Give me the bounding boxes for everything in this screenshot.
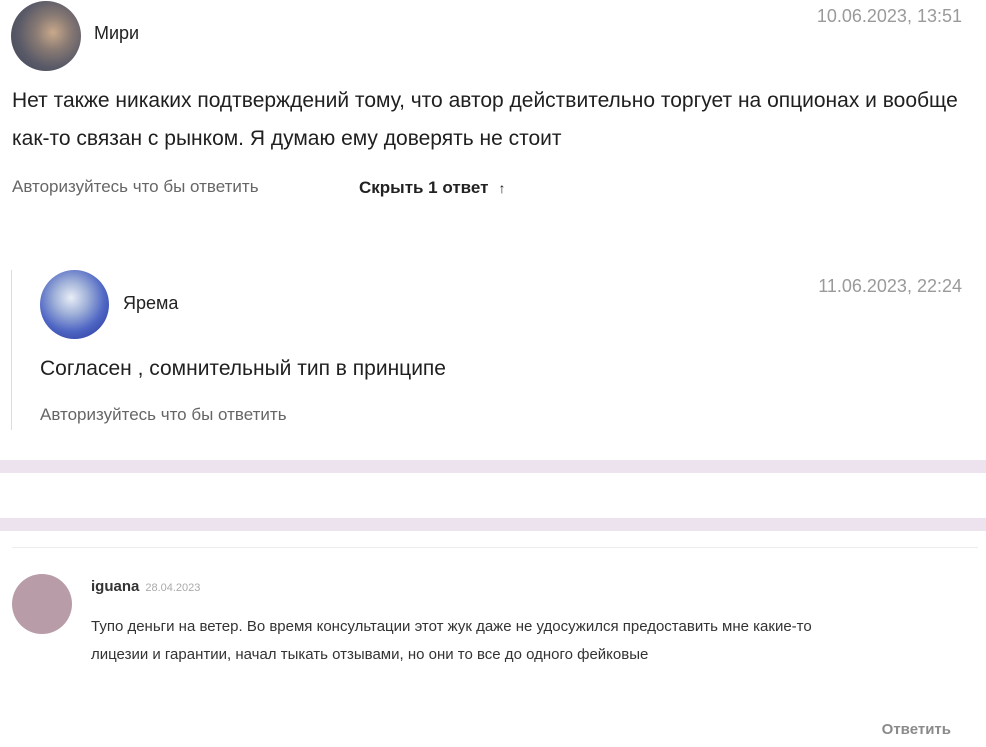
avatar: [11, 1, 81, 71]
comment-date: 10.06.2023, 13:51: [816, 6, 962, 26]
comment-author: iguana: [91, 578, 140, 595]
reply-author: Ярема: [123, 293, 179, 313]
comment-text: Нет также никаких подтверждений тому, чт…: [12, 89, 958, 150]
comment-header: iguana 28.04.2023: [91, 578, 200, 595]
reply-button[interactable]: Ответить: [882, 721, 951, 738]
avatar: [40, 270, 109, 339]
thread-line: [11, 270, 12, 430]
separator-band: [0, 460, 986, 473]
comment-date: 28.04.2023: [145, 582, 201, 594]
hide-replies-button[interactable]: Скрыть 1 ответ ↑: [359, 178, 505, 198]
comment-text: Тупо деньги на ветер. Во время консульта…: [91, 618, 812, 663]
reply-text: Согласен , сомнительный тип в принципе: [40, 357, 446, 380]
divider: [12, 547, 978, 548]
separator-band: [0, 518, 986, 531]
avatar: [12, 574, 72, 634]
reply-date: 11.06.2023, 22:24: [818, 276, 962, 296]
login-to-reply-link[interactable]: Авторизуйтесь что бы ответить: [40, 405, 287, 425]
arrow-up-icon: ↑: [498, 180, 506, 196]
login-to-reply-link[interactable]: Авторизуйтесь что бы ответить: [12, 177, 259, 197]
comment-author: Мири: [94, 23, 140, 43]
hide-replies-label: Скрыть 1 ответ: [359, 178, 489, 197]
